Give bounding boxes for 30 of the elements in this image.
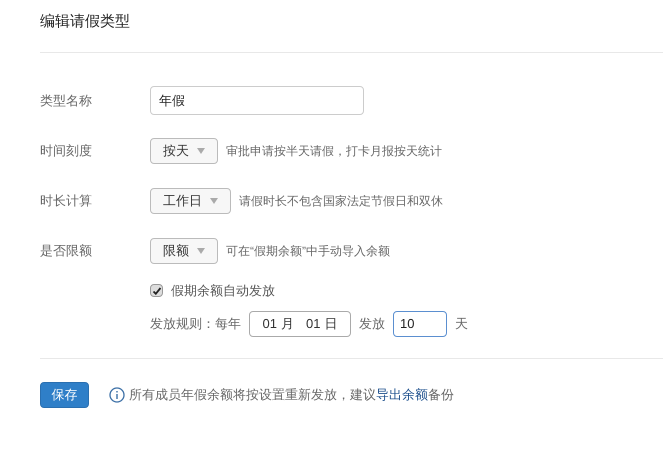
save-button[interactable]: 保存 xyxy=(40,382,89,408)
caret-icon xyxy=(197,248,205,254)
checkbox-label: 假期余额自动发放 xyxy=(171,282,275,300)
grant-label: 发放 xyxy=(359,314,385,333)
field-label: 是否限额 xyxy=(40,242,93,260)
field-label: 类型名称 xyxy=(40,92,93,110)
field-label: 时间刻度 xyxy=(40,142,93,160)
dropdown[interactable]: 工作日 xyxy=(150,188,231,214)
info-icon xyxy=(109,386,125,402)
page-title: 编辑请假类型 xyxy=(40,12,130,32)
hint-text: 审批申请按半天请假，打卡月报按天统计 xyxy=(226,142,442,160)
dropdown[interactable]: 限额 xyxy=(150,238,218,264)
caret-icon xyxy=(197,148,205,154)
rule-label: 发放规则：每年 xyxy=(150,314,241,333)
notice-text: 所有成员年假余额将按设置重新发放，建议导出余额备份 xyxy=(129,386,454,404)
checkbox[interactable] xyxy=(150,284,163,298)
date-field[interactable]: 01 月 01 日 xyxy=(249,310,351,336)
month-value: 01 xyxy=(262,314,277,333)
field-label: 时长计算 xyxy=(40,192,93,210)
day-value: 01 xyxy=(306,314,320,333)
name-field[interactable]: 年假 xyxy=(150,86,364,115)
day-unit: 日 xyxy=(324,314,338,333)
caret-icon xyxy=(210,198,218,204)
hint-text: 可在“假期余额”中手动导入余额 xyxy=(226,242,390,260)
export-link[interactable]: 导出余额 xyxy=(376,386,428,402)
amount-field[interactable]: 10 xyxy=(393,310,447,336)
unit-label: 天 xyxy=(455,314,468,333)
month-unit: 月 xyxy=(281,314,294,333)
dropdown[interactable]: 按天 xyxy=(150,138,218,164)
hint-text: 请假时长不包含国家法定节假日和双休 xyxy=(239,192,443,210)
